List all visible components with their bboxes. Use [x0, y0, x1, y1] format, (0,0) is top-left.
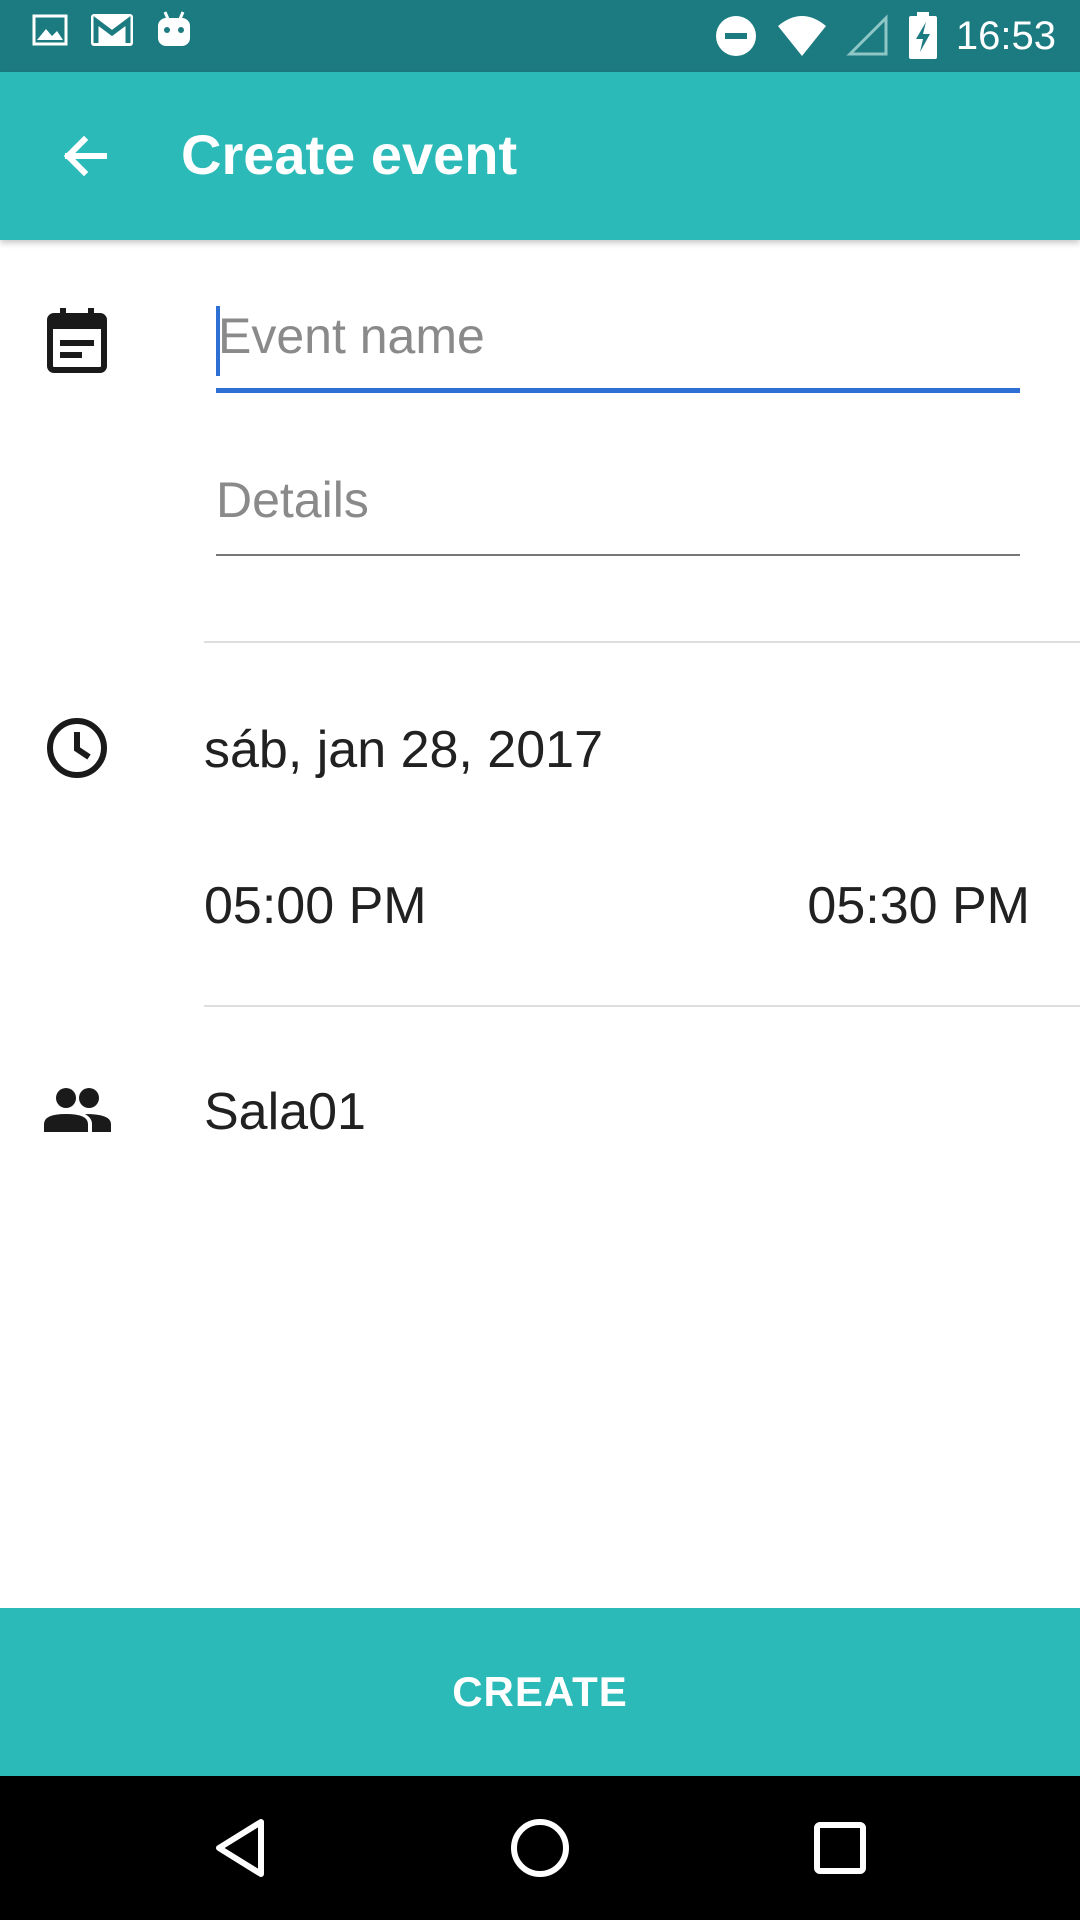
- create-button[interactable]: CREATE: [0, 1608, 1080, 1776]
- arrow-back-icon: [63, 135, 107, 177]
- divider: [204, 641, 1080, 643]
- battery-charging-icon: [908, 12, 937, 59]
- status-bar: 16:53: [0, 0, 1080, 72]
- details-underline: [216, 554, 1020, 556]
- clock-icon: [47, 718, 107, 778]
- event-name-input[interactable]: [216, 304, 1020, 368]
- event-note-icon: [47, 308, 107, 373]
- wifi-icon: [777, 16, 826, 56]
- clock: 16:53: [955, 14, 1056, 58]
- home-nav-icon[interactable]: [504, 1812, 576, 1884]
- details-field: [216, 468, 1020, 556]
- page-title: Create event: [181, 123, 518, 186]
- details-input[interactable]: [216, 468, 1020, 532]
- divider: [204, 1005, 1080, 1007]
- image-icon: [32, 14, 68, 46]
- android-icon: [158, 11, 190, 46]
- end-time[interactable]: 05:30 PM: [807, 874, 1030, 938]
- signal-icon: [846, 14, 888, 56]
- recents-nav-icon[interactable]: [804, 1812, 876, 1884]
- event-name-underline: [216, 388, 1020, 393]
- event-date[interactable]: sáb, jan 28, 2017: [204, 718, 603, 782]
- do-not-disturb-icon: [715, 16, 756, 56]
- gmail-icon: [91, 14, 133, 46]
- app-bar: Create event: [0, 72, 1080, 240]
- text-caret: [216, 306, 220, 376]
- navigation-bar: [0, 1776, 1080, 1920]
- back-nav-icon[interactable]: [205, 1812, 277, 1884]
- people-icon: [44, 1088, 111, 1132]
- start-time[interactable]: 05:00 PM: [204, 874, 427, 938]
- back-button[interactable]: [48, 122, 120, 194]
- room-name[interactable]: Sala01: [204, 1080, 366, 1144]
- event-name-field: [216, 304, 1020, 393]
- create-button-label: CREATE: [452, 1668, 628, 1715]
